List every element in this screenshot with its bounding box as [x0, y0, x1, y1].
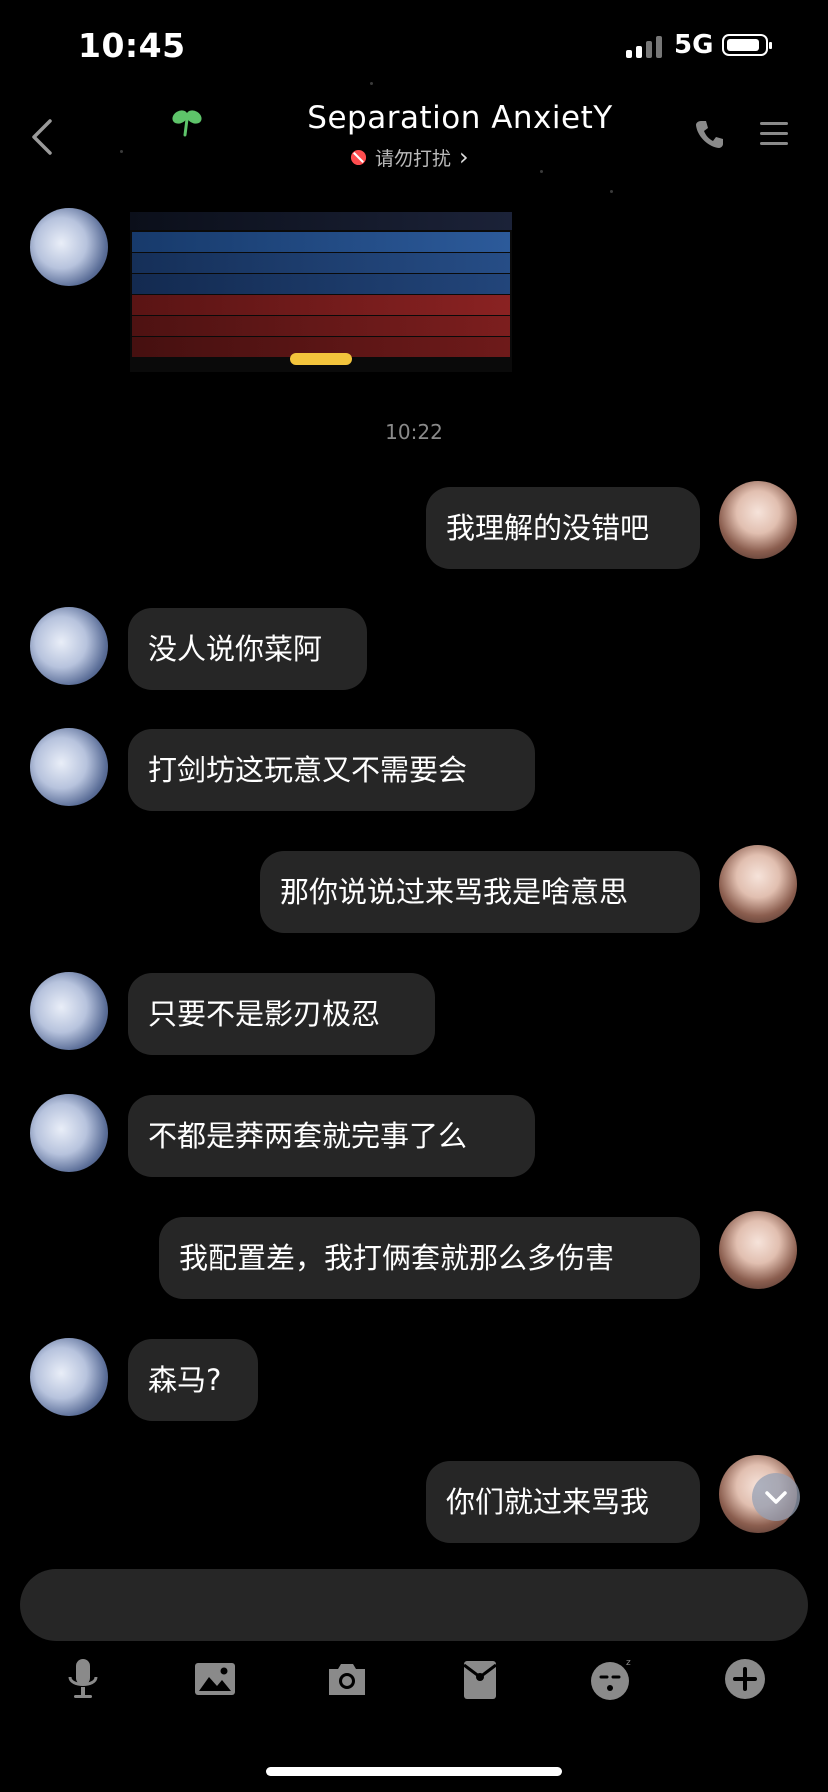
chevron-right-icon: ›: [459, 143, 469, 171]
do-not-disturb-status[interactable]: 请勿打扰 ›: [350, 143, 469, 171]
do-not-disturb-icon: [350, 149, 367, 165]
status-time: 10:45: [78, 26, 186, 65]
phone-icon: [696, 121, 723, 148]
friend-avatar[interactable]: [30, 728, 108, 806]
image-row: [132, 316, 510, 336]
image-row: [132, 295, 510, 315]
image-icon: [195, 1663, 235, 1695]
game-scoreboard-image[interactable]: [130, 212, 512, 372]
image-row: [132, 274, 510, 294]
home-indicator[interactable]: [266, 1767, 562, 1776]
signal-icon: [626, 36, 666, 58]
status-bar: 10:45 5G: [0, 0, 828, 90]
friend-avatar[interactable]: [30, 972, 108, 1050]
message-bubble-incoming[interactable]: 森马?: [128, 1339, 258, 1421]
chat-menu-button[interactable]: [758, 119, 790, 149]
image-scoreboard-table: [132, 232, 510, 357]
friend-avatar[interactable]: [30, 1094, 108, 1172]
hamburger-menu-icon: [760, 122, 788, 145]
microphone-icon: [68, 1659, 98, 1698]
chat-title[interactable]: Separation AnxietY: [300, 100, 620, 136]
message-bubble-outgoing[interactable]: 我理解的没错吧: [426, 487, 700, 569]
message-bubble-incoming[interactable]: 没人说你菜阿: [128, 608, 367, 690]
more-options-button[interactable]: [721, 1655, 769, 1703]
friend-avatar[interactable]: [30, 208, 108, 286]
message-bubble-incoming[interactable]: 打剑坊这玩意又不需要会: [128, 729, 535, 811]
back-button[interactable]: [28, 115, 56, 159]
self-avatar[interactable]: [719, 1211, 797, 1289]
message-bubble-outgoing[interactable]: 我配置差，我打俩套就那么多伤害: [159, 1217, 700, 1299]
clover-icon: [170, 105, 204, 139]
plus-icon: [725, 1659, 765, 1699]
image-footer-button: [290, 353, 352, 365]
sticker-button[interactable]: z: [588, 1655, 636, 1703]
chat-header: Separation AnxietY 请勿打扰 ›: [0, 95, 828, 175]
camera-button[interactable]: [323, 1655, 371, 1703]
friend-avatar[interactable]: [30, 1338, 108, 1416]
chevron-down-icon: [765, 1491, 787, 1504]
chevron-left-icon: [32, 119, 52, 155]
sticker-icon: z: [591, 1658, 631, 1700]
battery-icon: [722, 34, 772, 56]
message-bubble-outgoing[interactable]: 你们就过来骂我: [426, 1461, 700, 1543]
image-row: [132, 232, 510, 252]
message-timestamp: 10:22: [385, 420, 443, 444]
voice-button[interactable]: [59, 1655, 107, 1703]
message-bubble-incoming[interactable]: 不都是莽两套就完事了么: [128, 1095, 535, 1177]
message-input[interactable]: [20, 1569, 808, 1641]
voice-call-button[interactable]: [693, 117, 727, 151]
scroll-to-bottom-button[interactable]: [752, 1473, 800, 1521]
network-type: 5G: [674, 30, 714, 60]
message-bubble-outgoing[interactable]: 那你说说过来骂我是啥意思: [260, 851, 700, 933]
image-header-strip: [130, 212, 512, 230]
input-toolbar: z: [0, 1655, 828, 1725]
do-not-disturb-label: 请勿打扰: [375, 147, 452, 170]
red-packet-button[interactable]: [456, 1655, 504, 1703]
image-row: [132, 253, 510, 273]
red-packet-icon: [463, 1661, 497, 1699]
self-avatar[interactable]: [719, 481, 797, 559]
svg-text:z: z: [626, 1658, 631, 1668]
self-avatar[interactable]: [719, 845, 797, 923]
photo-album-button[interactable]: [191, 1655, 239, 1703]
camera-icon: [329, 1664, 365, 1695]
friend-avatar[interactable]: [30, 607, 108, 685]
message-bubble-incoming[interactable]: 只要不是影刃极忍: [128, 973, 435, 1055]
